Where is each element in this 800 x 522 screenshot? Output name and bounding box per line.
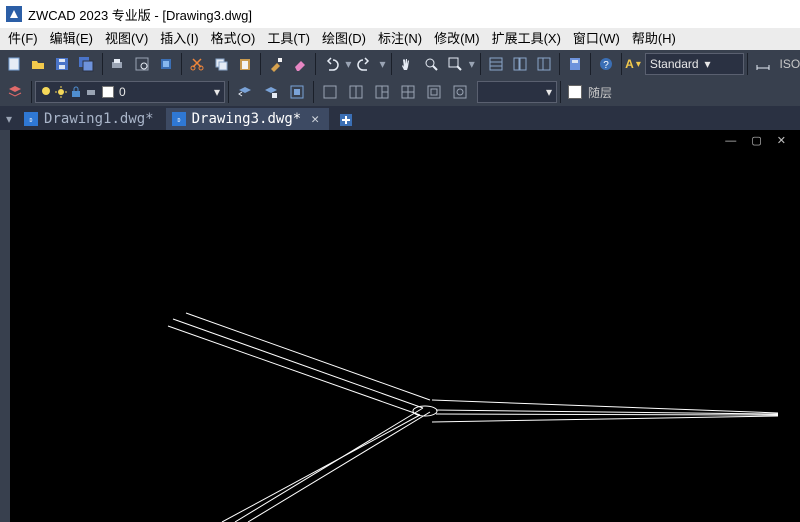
layer-print-icon — [85, 86, 97, 98]
zoom-realtime-icon[interactable] — [420, 52, 442, 76]
viewport-single-icon[interactable] — [318, 80, 342, 104]
viewport-object-icon[interactable] — [448, 80, 472, 104]
drawing-canvas[interactable]: — ▢ ✕ — [0, 130, 800, 522]
iso-label: ISO — [780, 57, 800, 71]
menu-tools[interactable]: 工具(T) — [261, 28, 316, 50]
menu-file[interactable]: 件(F) — [2, 28, 44, 50]
viewport-scale-combo[interactable]: ▾ — [477, 81, 557, 103]
open-icon[interactable] — [27, 52, 49, 76]
window-title: ZWCAD 2023 专业版 - [Drawing3.dwg] — [28, 5, 252, 24]
viewport-poly-icon[interactable] — [422, 80, 446, 104]
menu-format[interactable]: 格式(O) — [205, 28, 262, 50]
menu-window[interactable]: 窗口(W) — [567, 28, 626, 50]
zoom-window-icon[interactable] — [444, 52, 466, 76]
zoom-dropdown-icon[interactable]: ▾ — [469, 57, 475, 71]
publish-icon[interactable] — [155, 52, 177, 76]
bylayer-label: 随层 — [588, 84, 612, 101]
copy-icon[interactable] — [210, 52, 232, 76]
layer-color-swatch — [102, 86, 114, 98]
tab-label: Drawing1.dwg* — [44, 111, 154, 127]
pan-icon[interactable] — [395, 52, 417, 76]
layer-iso-icon[interactable] — [285, 80, 309, 104]
tab-label: Drawing3.dwg* — [192, 111, 302, 127]
layer-combo[interactable]: 0 ▾ — [35, 81, 225, 103]
layer-name: 0 — [119, 85, 126, 99]
paste-icon[interactable] — [234, 52, 256, 76]
chevron-down-icon: ▾ — [214, 85, 220, 99]
dwg-file-icon: D — [24, 112, 38, 126]
layer-states-icon[interactable] — [259, 80, 283, 104]
title-bar: ZWCAD 2023 专业版 - [Drawing3.dwg] — [0, 0, 800, 28]
new-tab-button[interactable] — [335, 110, 357, 130]
eraser-icon[interactable] — [289, 52, 311, 76]
textstyle-combo[interactable]: Standard ▾ — [645, 53, 745, 75]
redo-dropdown-icon[interactable]: ▾ — [379, 57, 385, 71]
chevron-down-icon: ▾ — [546, 85, 552, 99]
menu-ext[interactable]: 扩展工具(X) — [486, 28, 567, 50]
menu-edit[interactable]: 编辑(E) — [44, 28, 99, 50]
sun-icon — [55, 86, 67, 98]
layer-previous-icon[interactable] — [233, 80, 257, 104]
menu-insert[interactable]: 插入(I) — [154, 28, 204, 50]
textstyle-value: Standard — [650, 57, 699, 71]
properties-icon[interactable] — [485, 52, 507, 76]
dwg-file-icon: D — [172, 112, 186, 126]
textstyle-a-icon: A — [625, 57, 634, 71]
matchprop-icon[interactable] — [265, 52, 287, 76]
menu-view[interactable]: 视图(V) — [99, 28, 154, 50]
standard-toolbar: ▾ ▾ ▾ ? A ▾ Standard ▾ ISO — [0, 50, 800, 78]
app-logo-icon — [6, 6, 22, 22]
color-swatch-icon — [568, 85, 582, 99]
svg-text:?: ? — [603, 60, 609, 71]
design-center-icon[interactable] — [509, 52, 531, 76]
layer-toolbar: 0 ▾ ▾ 随层 — [0, 78, 800, 106]
viewport-three-icon[interactable] — [370, 80, 394, 104]
redo-icon[interactable] — [354, 52, 376, 76]
menu-dim[interactable]: 标注(N) — [372, 28, 428, 50]
help-icon[interactable]: ? — [595, 52, 617, 76]
chevron-down-icon: ▾ — [705, 57, 711, 71]
tab-close-icon[interactable]: ✕ — [311, 112, 319, 127]
undo-dropdown-icon[interactable]: ▾ — [345, 57, 351, 71]
print-icon[interactable] — [106, 52, 128, 76]
calculator-icon[interactable] — [564, 52, 586, 76]
menu-modify[interactable]: 修改(M) — [428, 28, 486, 50]
viewport-four-icon[interactable] — [396, 80, 420, 104]
tab-drawing3[interactable]: D Drawing3.dwg* ✕ — [166, 108, 329, 130]
tool-palettes-icon[interactable] — [533, 52, 555, 76]
menu-help[interactable]: 帮助(H) — [626, 28, 682, 50]
layer-manager-icon[interactable] — [3, 80, 27, 104]
print-preview-icon[interactable] — [131, 52, 153, 76]
svg-text:D: D — [177, 118, 180, 124]
drawing-content — [0, 130, 800, 522]
new-icon[interactable] — [3, 52, 25, 76]
tab-dropdown-icon[interactable]: ▾ — [6, 112, 12, 126]
svg-text:D: D — [30, 118, 33, 124]
save-icon[interactable] — [51, 52, 73, 76]
viewport-two-icon[interactable] — [344, 80, 368, 104]
cut-icon[interactable] — [186, 52, 208, 76]
tab-drawing1[interactable]: D Drawing1.dwg* — [18, 108, 164, 130]
saveall-icon[interactable] — [75, 52, 97, 76]
menu-bar: 件(F) 编辑(E) 视图(V) 插入(I) 格式(O) 工具(T) 绘图(D)… — [0, 28, 800, 50]
menu-draw[interactable]: 绘图(D) — [316, 28, 372, 50]
lock-icon — [70, 86, 82, 98]
undo-icon[interactable] — [320, 52, 342, 76]
dimstyle-icon[interactable] — [752, 52, 774, 76]
lightbulb-icon — [40, 86, 52, 98]
document-tabs: ▾ D Drawing1.dwg* D Drawing3.dwg* ✕ — [0, 106, 800, 130]
